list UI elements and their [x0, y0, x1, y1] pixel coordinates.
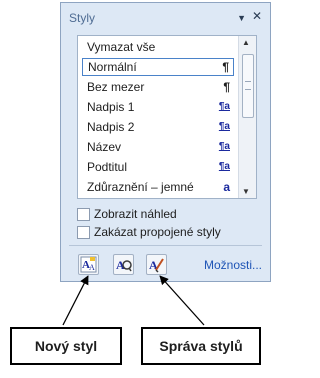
manage-styles-arrow	[159, 275, 205, 326]
new-style-callout: Nový styl	[10, 327, 122, 365]
new-style-arrow	[62, 275, 89, 326]
callout-arrows	[62, 275, 205, 326]
manage-styles-callout: Správa stylů	[141, 327, 261, 365]
